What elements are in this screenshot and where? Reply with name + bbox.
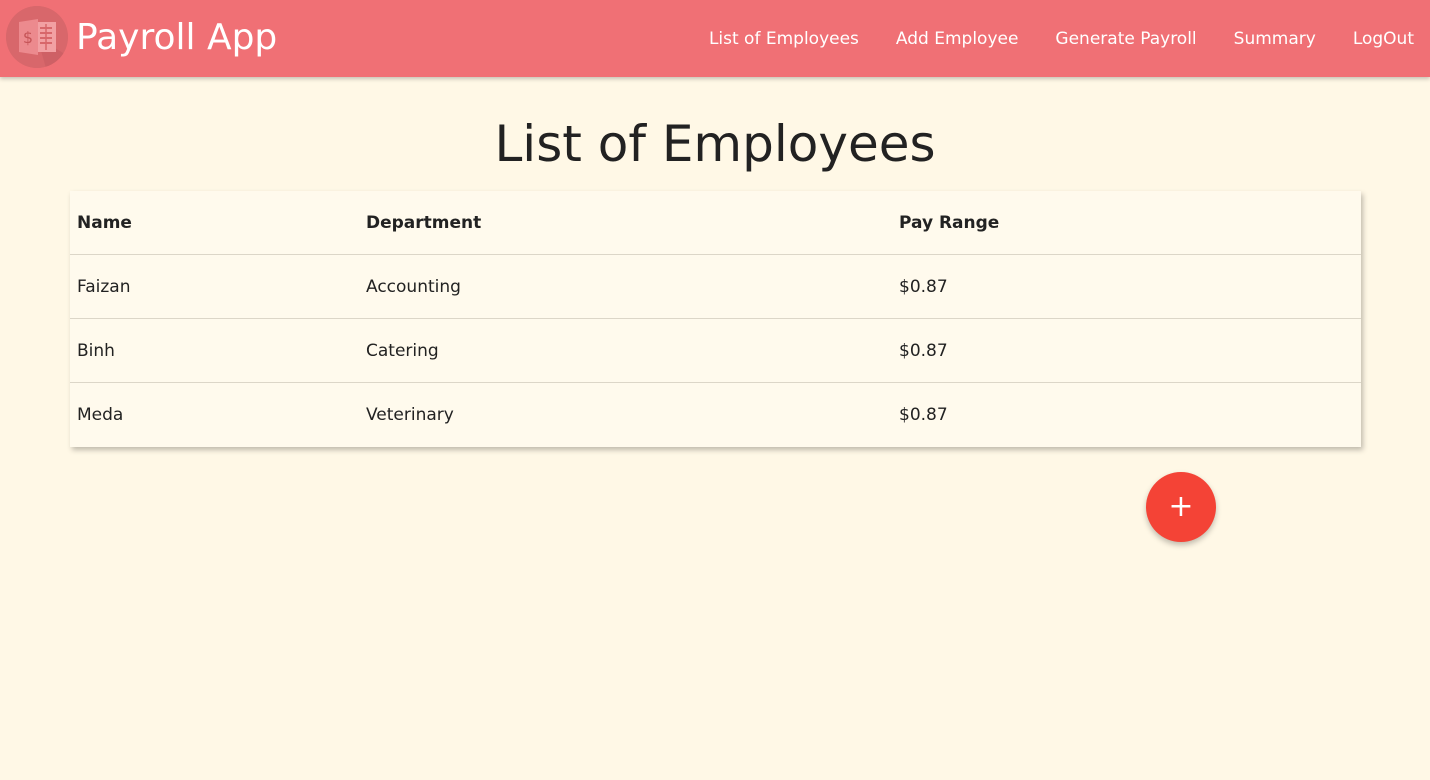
add-employee-fab-button[interactable]: + [1146, 472, 1216, 542]
svg-text:$: $ [23, 28, 33, 47]
nav-add-employee[interactable]: Add Employee [896, 29, 1019, 49]
table-row[interactable]: Meda Veterinary $0.87 [70, 383, 1361, 447]
page-title: List of Employees [494, 115, 936, 173]
column-header-pay-range: Pay Range [892, 191, 1361, 255]
nav-links: List of Employees Add Employee Generate … [709, 0, 1414, 77]
table-row[interactable]: Faizan Accounting $0.87 [70, 254, 1361, 319]
column-header-department: Department [359, 191, 892, 255]
column-header-name: Name [70, 191, 359, 255]
cell-pay-range: $0.87 [892, 254, 1361, 319]
payroll-logo-icon[interactable]: $ [6, 6, 68, 68]
nav-generate-payroll[interactable]: Generate Payroll [1055, 29, 1196, 49]
nav-list-of-employees[interactable]: List of Employees [709, 29, 859, 49]
employees-table: Name Department Pay Range Faizan Account… [70, 191, 1361, 446]
cell-department: Veterinary [366, 404, 454, 425]
cell-name: Meda [77, 404, 124, 425]
cell-name: Faizan [70, 254, 359, 319]
nav-summary[interactable]: Summary [1234, 29, 1316, 49]
top-navbar: $ Payroll App List of Employees Add Empl… [0, 0, 1430, 77]
cell-name: Binh [70, 318, 359, 383]
employees-table-card: Name Department Pay Range Faizan Account… [70, 191, 1361, 447]
cell-pay-range: $0.87 [899, 404, 948, 425]
plus-icon: + [1168, 489, 1194, 524]
app-brand-title[interactable]: Payroll App [76, 14, 277, 62]
cell-pay-range: $0.87 [892, 318, 1361, 383]
table-header-row: Name Department Pay Range [70, 191, 1361, 255]
cell-department: Accounting [359, 254, 892, 319]
table-row[interactable]: Binh Catering $0.87 [70, 318, 1361, 383]
cell-department: Catering [359, 318, 892, 383]
nav-logout[interactable]: LogOut [1353, 29, 1414, 49]
